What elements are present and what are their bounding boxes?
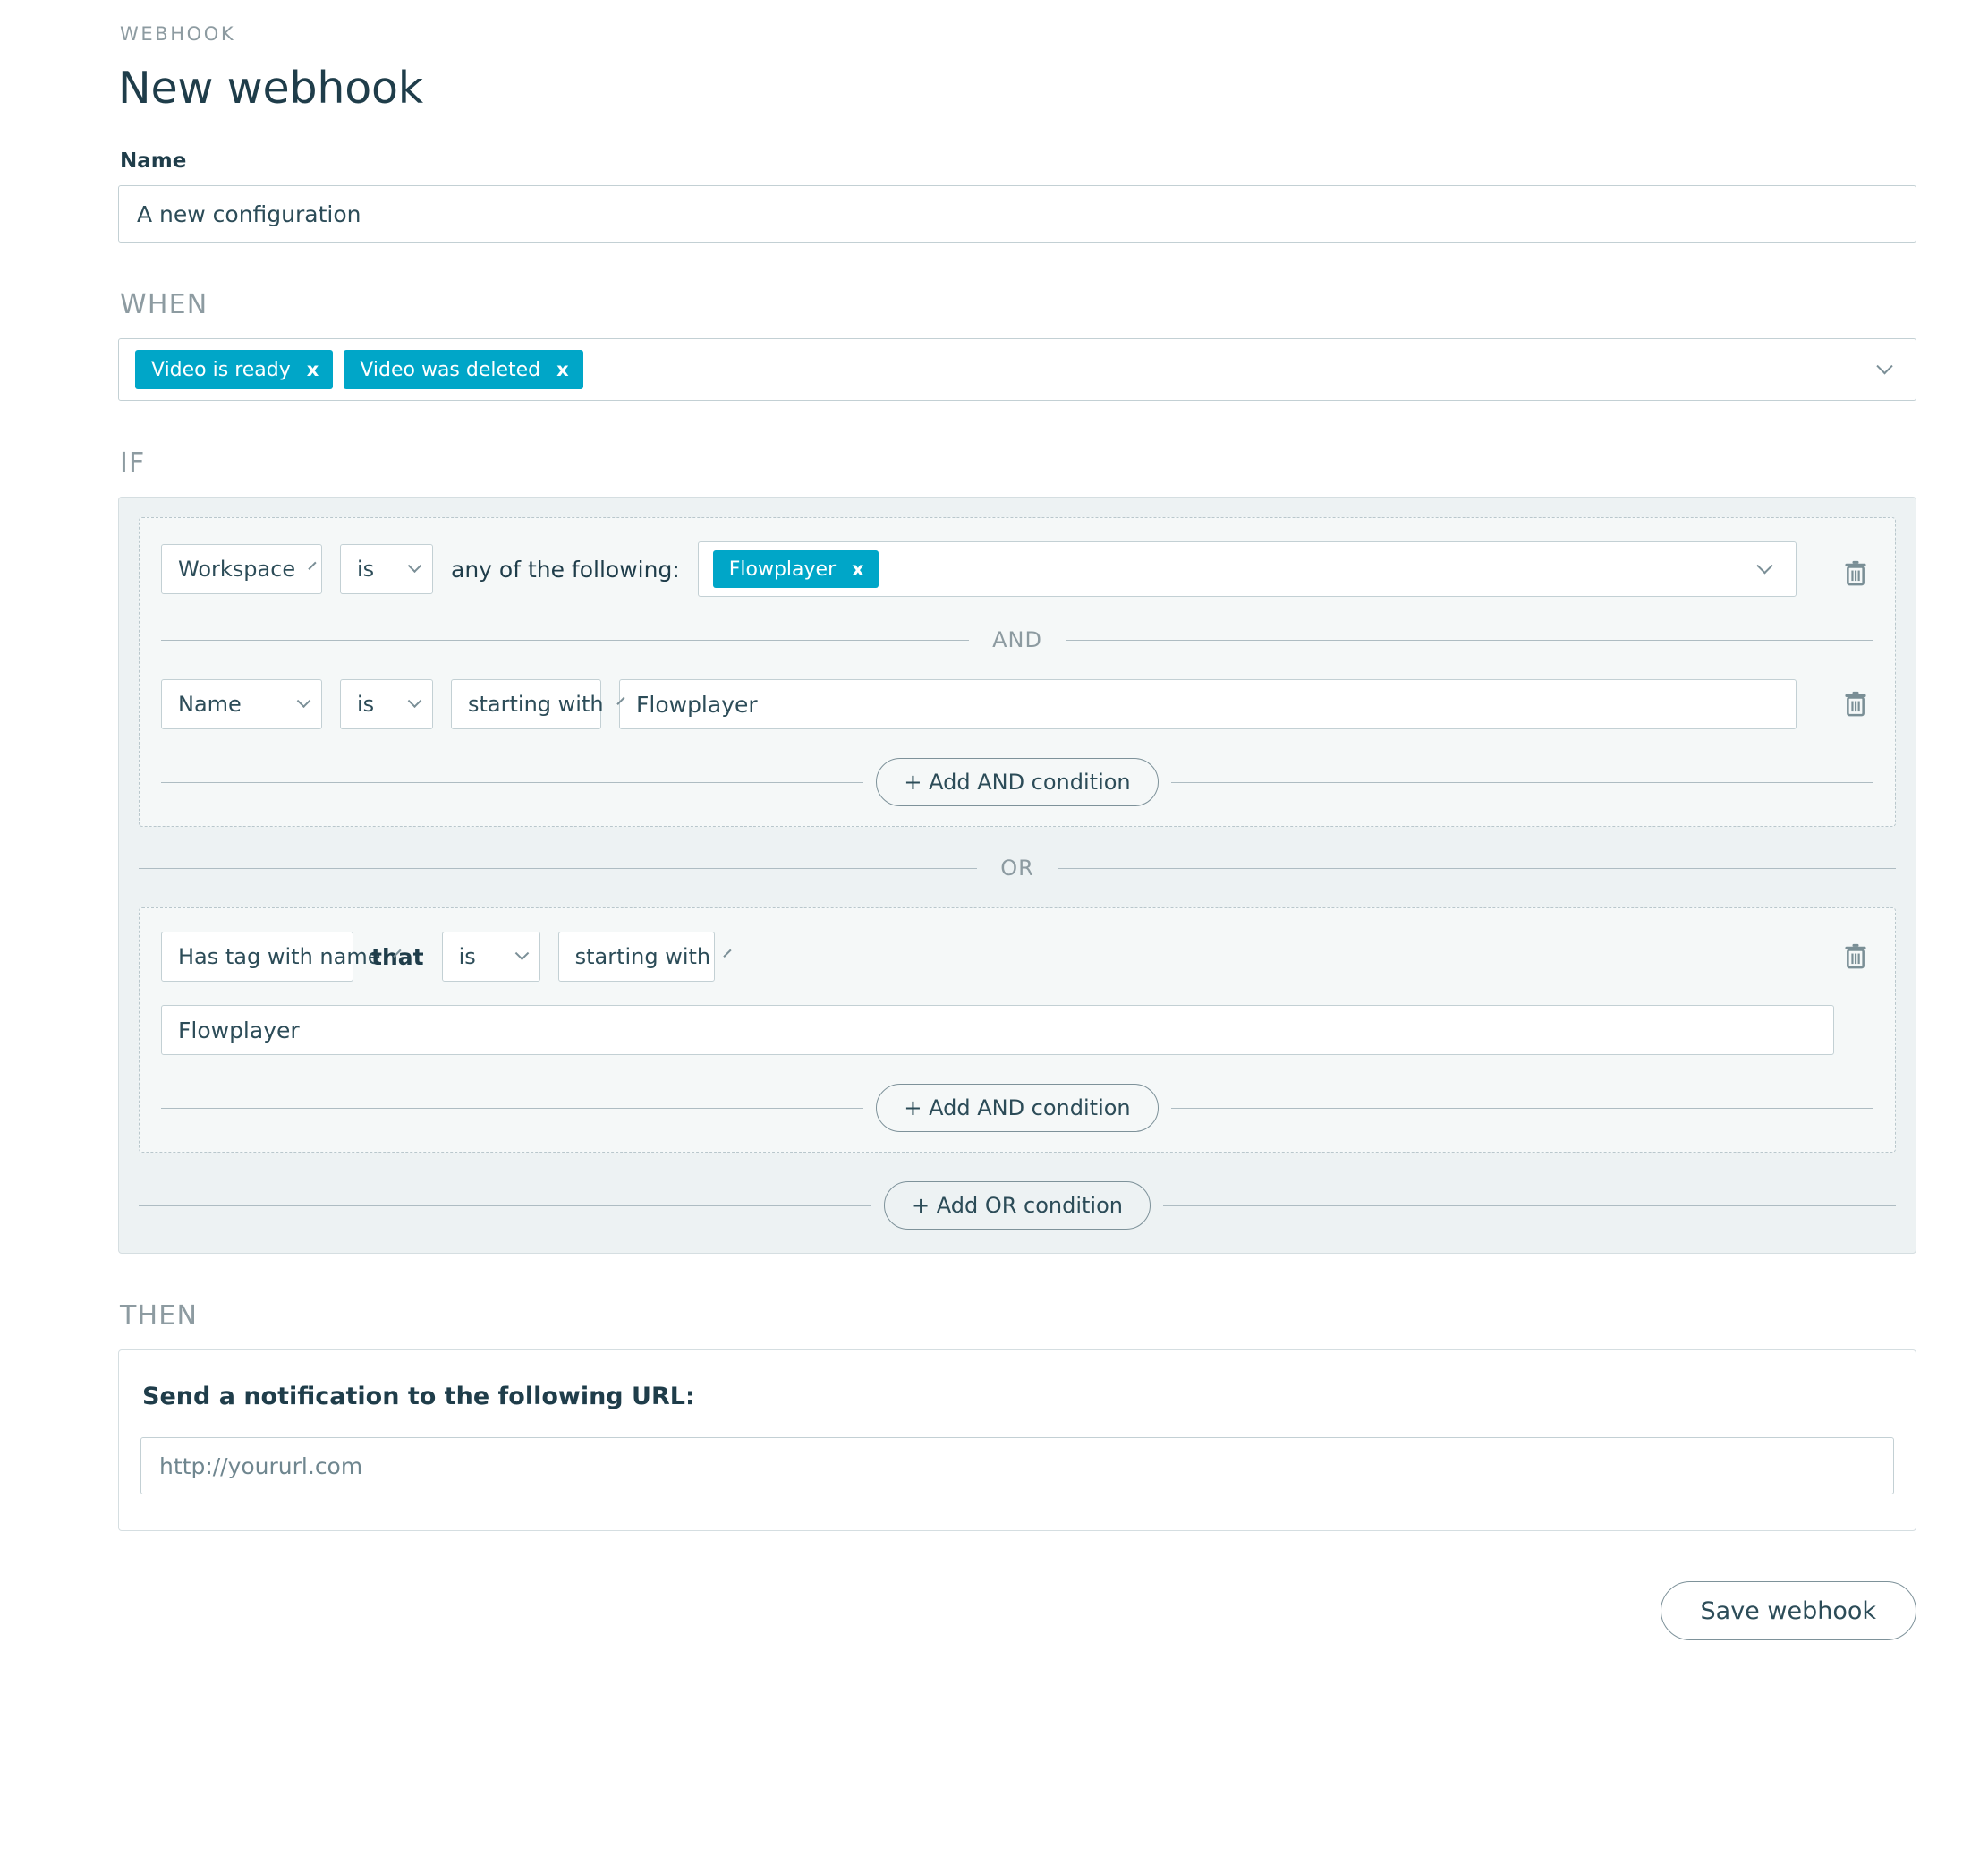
- condition-mode-select[interactable]: starting with: [451, 679, 625, 729]
- form-footer: Save webhook: [118, 1581, 1916, 1676]
- condition-field-select[interactable]: Has tag with name: [161, 932, 403, 982]
- condition-operator-select[interactable]: is: [441, 932, 540, 982]
- then-section-label: THEN: [120, 1300, 199, 1332]
- condition-operator-value: is: [357, 692, 375, 717]
- chevron-down-icon: [723, 949, 732, 958]
- condition-group-two: Has tag with name that is starting with: [139, 907, 1896, 1153]
- condition-operator-select[interactable]: is: [340, 679, 433, 729]
- value-tag-label: Flowplayer: [728, 558, 837, 581]
- close-icon[interactable]: x: [307, 360, 319, 379]
- and-divider: AND: [161, 627, 1874, 652]
- divider-rule: [1163, 1205, 1896, 1206]
- condition-row: Has tag with name that is starting with: [161, 932, 1873, 982]
- chevron-down-icon: [407, 558, 422, 573]
- event-tag[interactable]: Video is ready x: [135, 350, 334, 389]
- content-wrapper: WEBHOOK New webhook Name A new configura…: [118, 23, 1916, 1676]
- or-divider-label: OR: [1000, 856, 1034, 881]
- condition-row: Workspace is any of the following: Flowp…: [161, 541, 1873, 597]
- webhook-url-input[interactable]: http://yoururl.com: [140, 1437, 1894, 1494]
- divider-rule: [1170, 781, 1873, 783]
- tag-value-input[interactable]: Flowplayer: [161, 1005, 1834, 1055]
- add-or-condition-divider: + Add OR condition: [139, 1181, 1896, 1230]
- webhook-editor-page: WEBHOOK New webhook Name A new configura…: [0, 0, 1988, 1856]
- event-tag-label: Video was deleted: [360, 358, 541, 381]
- when-section-label: WHEN: [120, 289, 208, 320]
- condition-group-one: Workspace is any of the following: Flowp…: [139, 517, 1896, 827]
- condition-row: Name is starting with Flowplayer: [161, 679, 1873, 729]
- condition-connector-text: any of the following:: [451, 556, 680, 583]
- condition-value-tag-select[interactable]: Flowplayer x: [697, 541, 1797, 597]
- then-action-title: Send a notification to the following URL…: [142, 1383, 695, 1410]
- divider-rule: [139, 1205, 871, 1206]
- divider-rule: [1065, 639, 1874, 641]
- condition-field-select[interactable]: Workspace: [161, 544, 322, 594]
- page-title: New webhook: [118, 63, 423, 114]
- condition-mode-value: starting with: [574, 944, 711, 969]
- condition-mode-value: starting with: [468, 692, 604, 717]
- name-input[interactable]: A new configuration: [118, 185, 1916, 243]
- close-icon[interactable]: x: [556, 360, 569, 379]
- divider-rule: [161, 1107, 864, 1109]
- add-and-condition-divider: + Add AND condition: [161, 1084, 1873, 1132]
- value-tag[interactable]: Flowplayer x: [712, 550, 879, 588]
- divider-rule: [1170, 1107, 1873, 1109]
- chevron-down-icon: [407, 693, 422, 708]
- divider-rule: [1057, 867, 1897, 869]
- condition-connector-text: that: [371, 943, 424, 970]
- close-icon[interactable]: x: [852, 559, 864, 579]
- chevron-down-icon: [308, 561, 317, 570]
- if-section-label: IF: [120, 447, 146, 479]
- or-divider: OR: [139, 856, 1897, 881]
- condition-mode-select[interactable]: starting with: [557, 932, 732, 982]
- save-webhook-button[interactable]: Save webhook: [1660, 1581, 1916, 1640]
- event-tag[interactable]: Video was deleted x: [344, 350, 583, 389]
- delete-condition-button[interactable]: [1838, 686, 1873, 722]
- condition-operator-value: is: [458, 944, 476, 969]
- delete-condition-button[interactable]: [1838, 939, 1873, 975]
- if-conditions-panel: Workspace is any of the following: Flowp…: [118, 497, 1916, 1254]
- divider-rule: [139, 867, 978, 869]
- condition-field-select[interactable]: Name: [161, 679, 322, 729]
- condition-operator-value: is: [357, 557, 375, 582]
- name-field-label: Name: [120, 149, 187, 173]
- when-event-select[interactable]: Video is ready x Video was deleted x: [118, 338, 1916, 401]
- add-and-condition-button[interactable]: + Add AND condition: [876, 1084, 1159, 1132]
- breadcrumb-eyebrow: WEBHOOK: [120, 23, 236, 45]
- then-action-panel: Send a notification to the following URL…: [118, 1349, 1916, 1531]
- chevron-down-icon[interactable]: [1873, 357, 1896, 381]
- and-divider-label: AND: [992, 627, 1042, 652]
- divider-rule: [161, 781, 864, 783]
- add-or-condition-button[interactable]: + Add OR condition: [884, 1181, 1151, 1230]
- chevron-down-icon: [514, 945, 529, 960]
- add-and-condition-divider: + Add AND condition: [161, 758, 1873, 806]
- event-tag-label: Video is ready: [151, 358, 291, 381]
- add-and-condition-button[interactable]: + Add AND condition: [876, 758, 1159, 806]
- delete-condition-button[interactable]: [1838, 556, 1873, 592]
- divider-rule: [161, 639, 970, 641]
- chevron-down-icon[interactable]: [1753, 557, 1776, 581]
- condition-value-input[interactable]: Flowplayer: [619, 679, 1797, 729]
- chevron-down-icon: [296, 693, 311, 708]
- condition-field-value: Name: [178, 692, 242, 717]
- condition-field-value: Workspace: [178, 557, 296, 582]
- condition-operator-select[interactable]: is: [340, 544, 433, 594]
- condition-field-value: Has tag with name: [178, 944, 381, 969]
